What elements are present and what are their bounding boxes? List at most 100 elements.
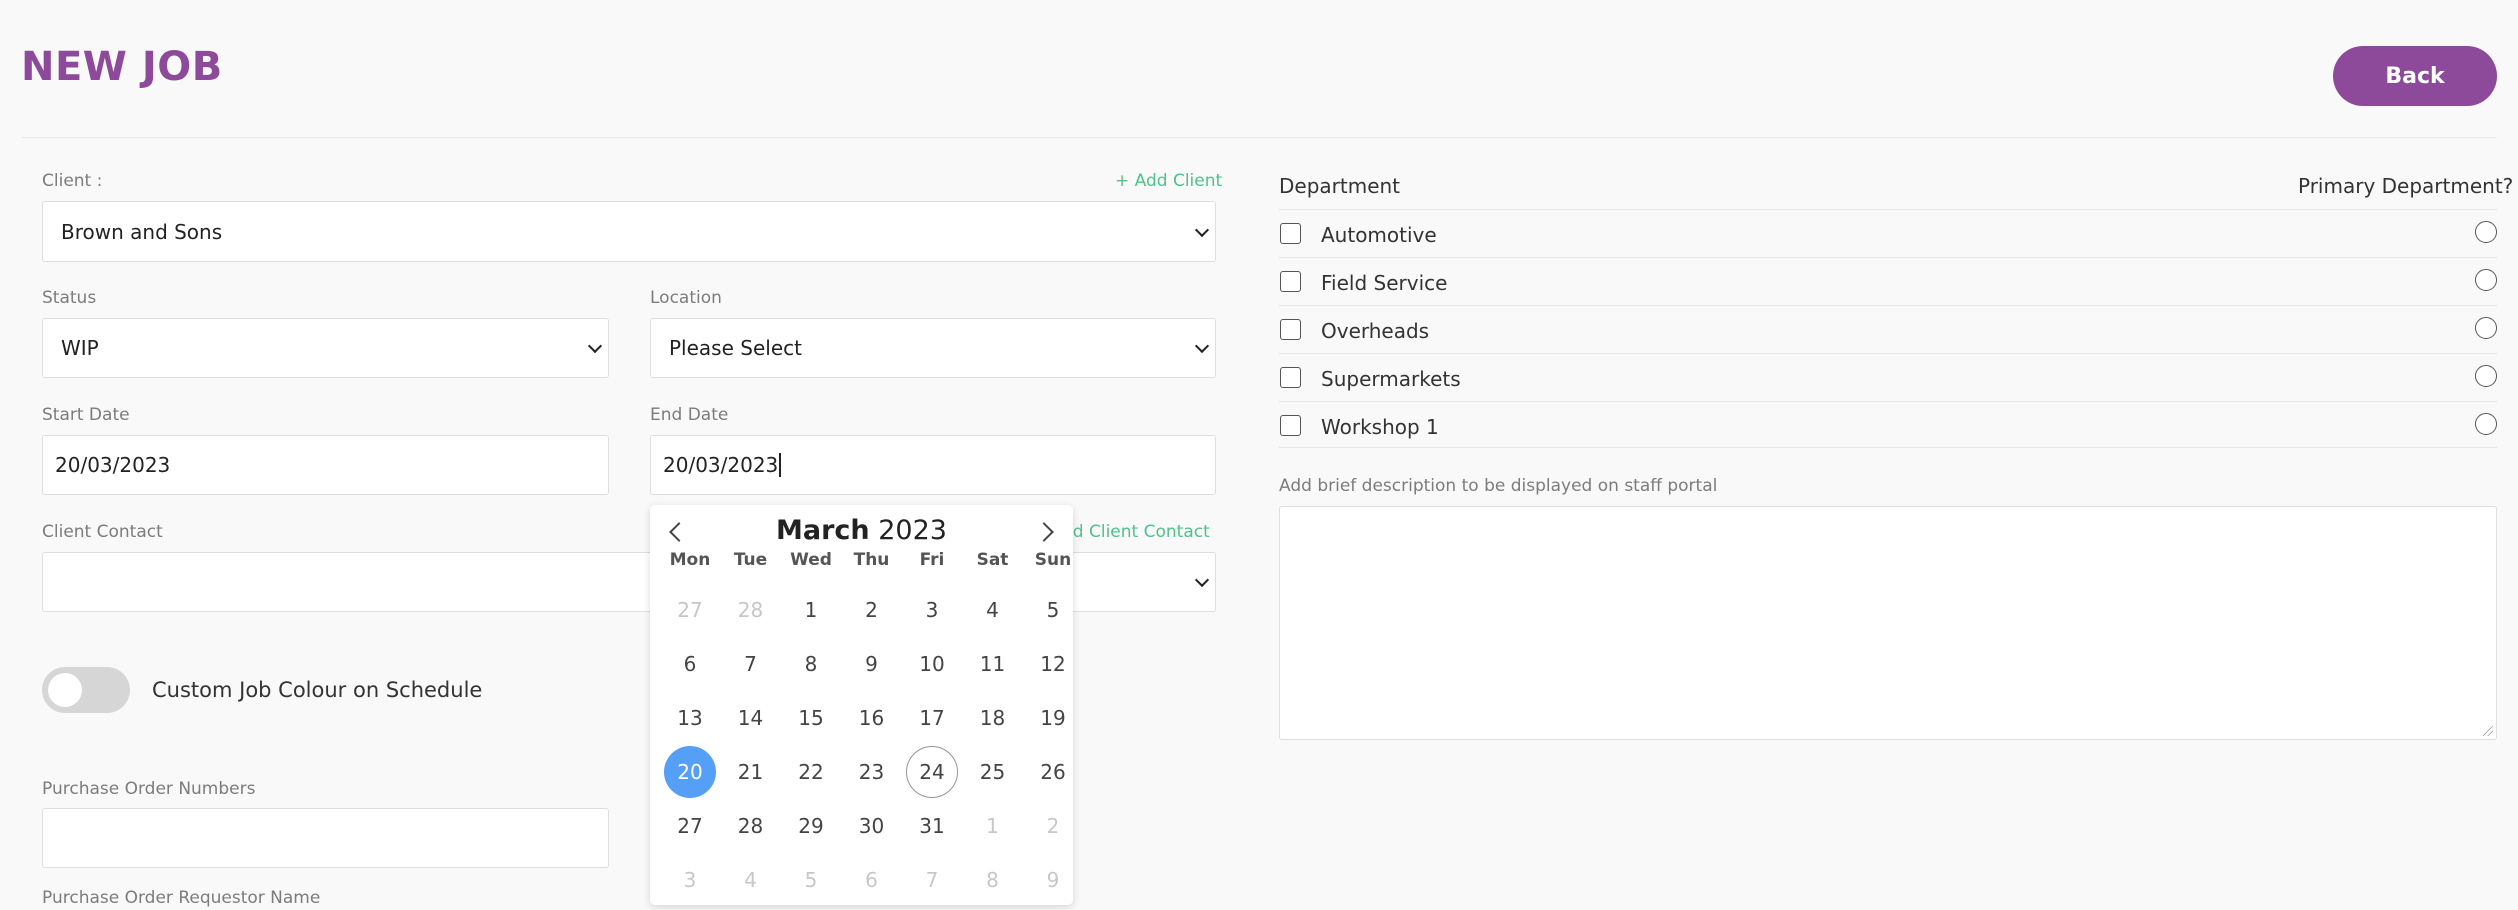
- calendar-day: 6: [865, 868, 878, 892]
- purchase-order-input[interactable]: [42, 808, 609, 868]
- department-name: Workshop 1: [1321, 415, 1439, 439]
- weekday-label: Mon: [669, 550, 711, 570]
- description-textarea[interactable]: [1279, 506, 2497, 740]
- calendar-day[interactable]: 4: [967, 584, 1019, 636]
- primary-department-radio[interactable]: [2475, 365, 2497, 387]
- weekday-label: Thu: [853, 550, 890, 570]
- calendar-day[interactable]: 15: [785, 692, 837, 744]
- page-title: NEW JOB: [21, 44, 223, 90]
- status-select[interactable]: WIP: [42, 318, 609, 378]
- calendar-day: 1: [986, 814, 999, 838]
- department-checkbox[interactable]: [1280, 319, 1301, 340]
- calendar-day[interactable]: 14: [725, 692, 777, 744]
- calendar-day[interactable]: 11: [967, 638, 1019, 690]
- calendar-day[interactable]: 24: [906, 746, 958, 798]
- start-date-input[interactable]: 20/03/2023: [42, 435, 609, 495]
- calendar-day[interactable]: 18: [967, 692, 1019, 744]
- weekday-label: Wed: [790, 550, 832, 570]
- chevron-down-icon: [1194, 572, 1210, 588]
- calendar-day[interactable]: 9: [846, 638, 898, 690]
- add-client-contact-link[interactable]: dd Client Contact: [1062, 522, 1210, 542]
- end-date-input[interactable]: 20/03/2023: [650, 435, 1216, 495]
- calendar-day[interactable]: 31: [906, 800, 958, 852]
- calendar-day: 27: [677, 598, 703, 622]
- calendar-day[interactable]: 5: [1027, 584, 1079, 636]
- add-client-link[interactable]: + Add Client: [1115, 171, 1222, 191]
- start-date-value: 20/03/2023: [55, 453, 171, 477]
- department-checkbox[interactable]: [1280, 223, 1301, 244]
- primary-department-radio[interactable]: [2475, 269, 2497, 291]
- department-row: Field Service: [1279, 257, 2497, 305]
- location-select[interactable]: Please Select: [650, 318, 1216, 378]
- date-picker: March 2023 Mon Tue Wed Thu Fri Sat Sun 27 28 1 2 3…: [650, 505, 1073, 905]
- chevron-down-icon: [587, 338, 603, 354]
- calendar-day[interactable]: 28: [725, 800, 777, 852]
- calendar-day: 8: [986, 868, 999, 892]
- calendar-day[interactable]: 1: [785, 584, 837, 636]
- calendar-day: 2: [1046, 814, 1060, 838]
- department-name: Overheads: [1321, 319, 1430, 343]
- department-checkbox[interactable]: [1280, 271, 1301, 292]
- po-requestor-label: Purchase Order Requestor Name: [42, 888, 321, 908]
- primary-department-radio[interactable]: [2475, 221, 2497, 243]
- resize-handle-icon[interactable]: [2483, 726, 2493, 736]
- calendar-day[interactable]: 23: [846, 746, 898, 798]
- calendar-day[interactable]: 16: [846, 692, 898, 744]
- calendar-day[interactable]: 3: [906, 584, 958, 636]
- department-row: Supermarkets: [1279, 353, 2497, 401]
- custom-colour-label: Custom Job Colour on Schedule: [152, 678, 483, 702]
- weekday-label: Sat: [976, 550, 1009, 570]
- toggle-knob: [48, 673, 82, 707]
- client-select-value: Brown and Sons: [61, 219, 223, 244]
- calendar-day[interactable]: 26: [1027, 746, 1079, 798]
- calendar-day[interactable]: 10: [906, 638, 958, 690]
- calendar-day: 9: [1046, 868, 1060, 892]
- department-name: Field Service: [1321, 271, 1448, 295]
- header-divider: [21, 137, 2497, 138]
- client-select[interactable]: Brown and Sons: [42, 201, 1216, 262]
- weekday-label: Fri: [919, 550, 945, 570]
- calendar-day: 4: [744, 868, 757, 892]
- department-checkbox[interactable]: [1280, 367, 1301, 388]
- calendar-day[interactable]: 7: [725, 638, 777, 690]
- calendar-day[interactable]: 20: [664, 746, 716, 798]
- calendar-day[interactable]: 29: [785, 800, 837, 852]
- weekday-label: Sun: [1034, 550, 1072, 570]
- calendar-day[interactable]: 17: [906, 692, 958, 744]
- department-checkbox[interactable]: [1280, 415, 1301, 436]
- department-name: Automotive: [1321, 223, 1437, 247]
- calendar-day[interactable]: 13: [664, 692, 716, 744]
- location-select-value: Please Select: [669, 336, 802, 360]
- end-date-value: 20/03/2023: [663, 453, 779, 477]
- department-header: Department: [1279, 174, 1401, 198]
- primary-department-header: Primary Department?: [2298, 174, 2514, 198]
- custom-colour-toggle[interactable]: [42, 667, 130, 713]
- calendar-year[interactable]: 2023: [878, 515, 947, 546]
- calendar-weekdays: Mon Tue Wed Thu Fri Sat Sun: [650, 550, 1073, 580]
- location-label: Location: [650, 288, 722, 308]
- department-row: Workshop 1: [1279, 401, 2497, 449]
- calendar-day[interactable]: 8: [785, 638, 837, 690]
- calendar-day[interactable]: 6: [664, 638, 716, 690]
- chevron-down-icon: [1194, 222, 1210, 237]
- calendar-day: 3: [683, 868, 697, 892]
- department-row: Overheads: [1279, 305, 2497, 353]
- calendar-day[interactable]: 19: [1027, 692, 1079, 744]
- calendar-day[interactable]: 12: [1027, 638, 1079, 690]
- calendar-day: 5: [804, 868, 818, 892]
- calendar-day[interactable]: 21: [725, 746, 777, 798]
- back-button[interactable]: Back: [2333, 46, 2497, 106]
- weekday-label: Tue: [733, 550, 768, 570]
- calendar-day[interactable]: 30: [846, 800, 898, 852]
- calendar-day[interactable]: 25: [967, 746, 1019, 798]
- calendar-day[interactable]: 27: [664, 800, 716, 852]
- text-cursor: [779, 453, 781, 477]
- department-row: Automotive: [1279, 209, 2497, 257]
- calendar-day[interactable]: 2: [846, 584, 898, 636]
- department-name: Supermarkets: [1321, 367, 1461, 391]
- primary-department-radio[interactable]: [2475, 413, 2497, 435]
- calendar-day[interactable]: 22: [785, 746, 837, 798]
- client-contact-label: Client Contact: [42, 522, 163, 542]
- status-select-value: WIP: [61, 336, 99, 360]
- primary-department-radio[interactable]: [2475, 317, 2497, 339]
